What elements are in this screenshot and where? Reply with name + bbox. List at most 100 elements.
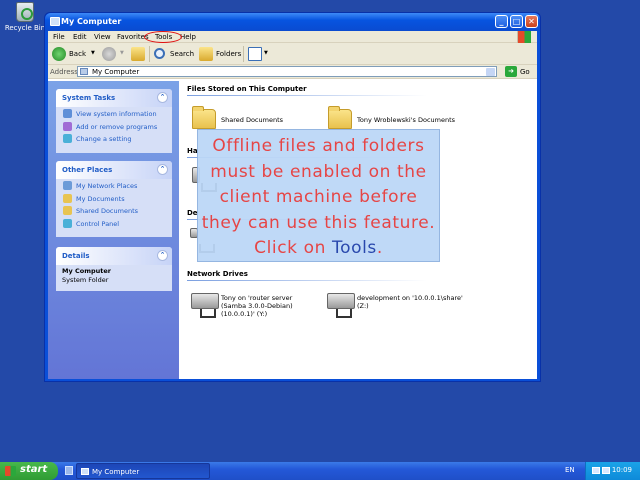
taskbar-item-label: My Computer — [92, 468, 140, 476]
system-info-icon — [63, 109, 72, 118]
menubar: File Edit View Favorites Tools Help — [48, 31, 537, 43]
sidebar-item-my-documents[interactable]: My Documents — [56, 192, 172, 205]
collapse-chevron-icon[interactable]: ⌃ — [157, 92, 168, 103]
taskbar-item-my-computer[interactable]: My Computer — [76, 463, 210, 479]
address-value: My Computer — [92, 68, 140, 76]
sidebar-item-control-panel[interactable]: Control Panel — [56, 217, 172, 230]
user-documents-item[interactable]: Tony Wroblewski's Documents — [357, 116, 455, 124]
quick-launch-icon[interactable] — [65, 466, 73, 475]
volume-icon[interactable] — [602, 467, 610, 474]
my-computer-icon — [81, 468, 89, 475]
back-arrow-icon[interactable] — [52, 47, 66, 61]
back-button[interactable]: Back — [69, 50, 86, 58]
details-panel: Details ⌃ My Computer System Folder — [56, 247, 172, 291]
collapse-chevron-icon[interactable]: ⌃ — [157, 164, 168, 175]
close-button[interactable]: ✕ — [525, 15, 538, 28]
toolbar-separator — [149, 46, 150, 62]
sidebar-item-network-places[interactable]: My Network Places — [56, 179, 172, 192]
details-type: System Folder — [62, 276, 109, 284]
my-computer-icon — [50, 17, 60, 26]
forward-arrow-icon[interactable] — [102, 47, 116, 61]
sidebar-item-shared-documents[interactable]: Shared Documents — [56, 204, 172, 217]
collapse-chevron-icon[interactable]: ⌃ — [157, 250, 168, 261]
search-icon[interactable] — [154, 48, 165, 59]
recycle-bin-label: Recycle Bin — [4, 24, 46, 32]
other-places-header[interactable]: Other Places ⌃ — [56, 161, 172, 179]
callout-text: Offline files and folders must be enable… — [198, 134, 439, 262]
system-tasks-panel: System Tasks ⌃ View system information A… — [56, 89, 172, 153]
go-arrow-icon[interactable]: ➜ — [505, 66, 517, 77]
back-dropdown-icon[interactable]: ▼ — [91, 50, 95, 56]
toolbar: Back ▼ ▼ Search Folders ▼ — [48, 43, 537, 65]
system-tray: 10:09 — [585, 462, 640, 480]
maximize-button[interactable]: □ — [510, 15, 523, 28]
sidebar-item-label: Add or remove programs — [76, 122, 158, 131]
minimize-button[interactable]: _ — [495, 15, 508, 28]
recycle-bin-icon — [16, 2, 34, 22]
start-button[interactable]: start — [0, 462, 58, 480]
network-drive-icon[interactable] — [191, 293, 219, 318]
control-panel-icon — [63, 134, 72, 143]
forward-dropdown-icon[interactable]: ▼ — [120, 50, 124, 56]
views-icon[interactable] — [248, 47, 262, 61]
details-name: My Computer — [62, 267, 111, 275]
address-input[interactable]: My Computer — [77, 66, 497, 77]
other-places-panel: Other Places ⌃ My Network Places My Docu… — [56, 161, 172, 237]
network-drive-icon[interactable] — [327, 293, 355, 318]
shared-documents-folder-icon[interactable] — [192, 106, 216, 129]
control-panel-icon — [63, 218, 72, 228]
system-tasks-title: System Tasks — [62, 94, 116, 102]
devices-group-header: De — [187, 209, 418, 220]
go-button[interactable]: Go — [520, 68, 530, 76]
sidebar-item-view-system-info[interactable]: View system information — [56, 107, 172, 120]
tools-highlight-circle — [144, 31, 182, 43]
address-bar: Address My Computer ➜ Go — [48, 65, 537, 79]
taskbar: start My Computer EN 10:09 — [0, 462, 640, 480]
sidebar-item-add-remove-programs[interactable]: Add or remove programs — [56, 120, 172, 133]
language-indicator[interactable]: EN — [565, 466, 575, 474]
other-places-title: Other Places — [62, 166, 113, 174]
details-title: Details — [62, 252, 90, 260]
details-header[interactable]: Details ⌃ — [56, 247, 172, 265]
recycle-bin-shortcut[interactable]: Recycle Bin — [4, 2, 46, 32]
network-drive-z-item[interactable]: development on '10.0.0.1\share' (Z:) — [357, 294, 467, 310]
address-label: Address — [50, 68, 78, 76]
network-places-icon — [63, 181, 72, 190]
up-folder-icon[interactable] — [131, 47, 145, 61]
shared-documents-item[interactable]: Shared Documents — [221, 116, 283, 124]
my-computer-icon — [80, 68, 88, 75]
search-button[interactable]: Search — [170, 50, 194, 58]
folders-button[interactable]: Folders — [216, 50, 241, 58]
views-dropdown-icon[interactable]: ▼ — [264, 50, 268, 56]
window-title: My Computer — [61, 17, 122, 26]
menu-file[interactable]: File — [53, 33, 65, 41]
menu-edit[interactable]: Edit — [73, 33, 87, 41]
task-pane: System Tasks ⌃ View system information A… — [48, 81, 179, 379]
address-dropdown-icon[interactable] — [486, 68, 495, 76]
folders-icon[interactable] — [199, 47, 213, 61]
callout-body: Offline files and folders must be enable… — [201, 136, 436, 258]
network-status-icon[interactable] — [592, 467, 600, 474]
network-drives-group-header: Network Drives — [187, 270, 427, 281]
sidebar-item-label: View system information — [76, 110, 157, 118]
sidebar-item-label: Control Panel — [76, 219, 120, 228]
hard-drives-group-header: Ha — [187, 147, 419, 158]
callout-end: . — [376, 238, 383, 258]
window-titlebar[interactable]: My Computer _ □ ✕ — [45, 13, 540, 31]
add-remove-icon — [63, 121, 72, 131]
shared-folder-icon — [63, 206, 72, 215]
tutorial-callout: Offline files and folders must be enable… — [197, 129, 440, 262]
windows-logo-icon — [517, 31, 531, 43]
menu-help[interactable]: Help — [180, 33, 196, 41]
system-tasks-header[interactable]: System Tasks ⌃ — [56, 89, 172, 107]
sidebar-item-label: Change a setting — [76, 135, 132, 143]
sidebar-item-label: Shared Documents — [76, 207, 139, 215]
sidebar-item-label: My Documents — [76, 194, 125, 203]
clock: 10:09 — [611, 466, 632, 474]
menu-view[interactable]: View — [94, 33, 111, 41]
sidebar-item-change-setting[interactable]: Change a setting — [56, 132, 172, 145]
network-drive-y-item[interactable]: Tony on 'router server (Samba 3.0.0-Debi… — [221, 294, 316, 318]
my-documents-icon — [63, 193, 72, 203]
sidebar-item-label: My Network Places — [76, 182, 138, 190]
user-documents-folder-icon[interactable] — [328, 106, 352, 129]
